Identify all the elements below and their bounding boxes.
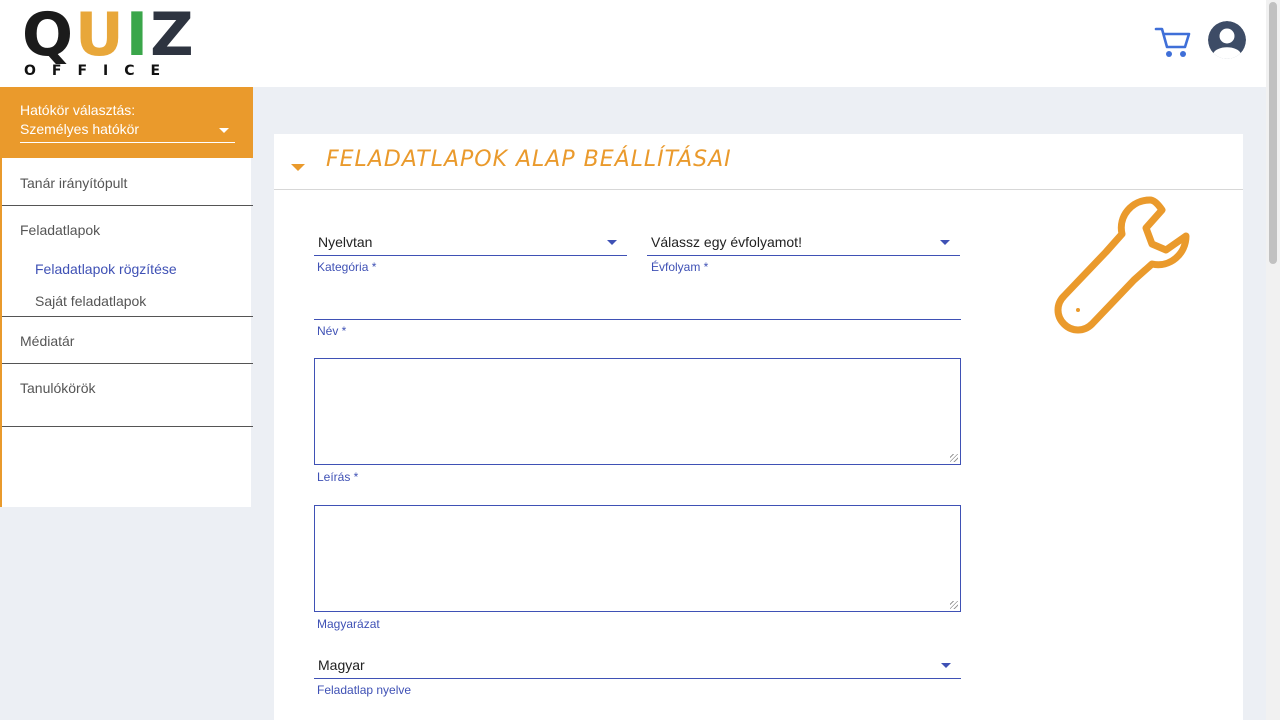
sidebar: Hatókör választás: Személyes hatókör Tan… [0, 87, 253, 507]
collapse-caret-icon[interactable] [291, 164, 305, 171]
scrollbar-thumb[interactable] [1269, 2, 1277, 264]
resize-handle-icon[interactable] [950, 454, 958, 462]
resize-handle-icon[interactable] [950, 601, 958, 609]
cart-icon[interactable] [1154, 24, 1192, 60]
scope-value: Személyes hatókör [20, 121, 140, 137]
logo-sub: OFFICE [24, 63, 177, 79]
category-label: Kategória * [317, 260, 377, 274]
description-textarea[interactable] [314, 358, 961, 465]
sidebar-subitem-own-worksheets[interactable]: Saját feladatlapok [35, 293, 146, 309]
sidebar-item-teacher-dashboard[interactable]: Tanár irányítópult [2, 158, 253, 206]
grade-label: Évfolyam * [651, 260, 709, 274]
language-label: Feladatlap nyelve [317, 683, 412, 697]
wrench-icon [1054, 196, 1190, 334]
worksheet-settings-card: FELADATLAPOK ALAP BEÁLLÍTÁSAI Nyelvtan K… [274, 134, 1243, 720]
sidebar-item-learning-groups[interactable]: Tanulókörök [2, 364, 253, 427]
page-scrollbar[interactable] [1266, 0, 1280, 720]
sidebar-item-media-library[interactable]: Médiatár [2, 317, 253, 364]
language-select[interactable]: Magyar [314, 655, 961, 679]
name-label: Név * [317, 324, 347, 338]
explanation-textarea[interactable] [314, 505, 961, 612]
app-header: QUIZ OFFICE [0, 0, 1266, 87]
chevron-down-icon [940, 240, 950, 245]
card-header[interactable]: FELADATLAPOK ALAP BEÁLLÍTÁSAI [274, 134, 1243, 190]
scope-select[interactable]: Személyes hatókör [20, 121, 235, 143]
chevron-down-icon [607, 240, 617, 245]
grade-select[interactable]: Válassz egy évfolyamot! [647, 232, 960, 256]
chevron-down-icon [941, 663, 951, 668]
chevron-down-icon [219, 128, 229, 133]
card-title: FELADATLAPOK ALAP BEÁLLÍTÁSAI [326, 147, 732, 172]
name-input[interactable] [314, 294, 961, 320]
quiz-office-logo[interactable]: QUIZ OFFICE [22, 4, 194, 80]
sidebar-subitem-worksheet-create[interactable]: Feladatlapok rögzítése [35, 261, 177, 277]
scope-label: Hatókör választás: [20, 102, 136, 118]
description-label: Leírás * [317, 470, 359, 484]
category-select[interactable]: Nyelvtan [314, 232, 627, 256]
user-avatar-icon[interactable] [1208, 21, 1246, 59]
explanation-label: Magyarázat [317, 617, 380, 631]
logo-word: QUIZ [22, 0, 196, 70]
scope-selector: Hatókör választás: Személyes hatókör [0, 87, 253, 158]
